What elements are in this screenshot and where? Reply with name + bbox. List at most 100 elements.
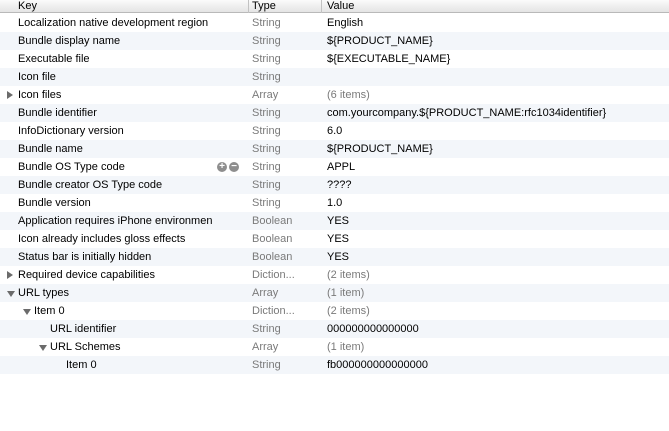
- disclosure-triangle-icon[interactable]: [39, 345, 47, 351]
- key-cell[interactable]: URL types: [0, 284, 230, 302]
- value-cell[interactable]: com.yourcompany.${PRODUCT_NAME:rfc1034id…: [327, 104, 667, 122]
- type-cell[interactable]: Boolean: [252, 212, 322, 230]
- key-cell[interactable]: Icon files: [0, 86, 230, 104]
- table-row[interactable]: Icon already includes gloss effects Boole…: [0, 230, 669, 248]
- type-cell[interactable]: String: [252, 158, 322, 176]
- value-cell[interactable]: [327, 68, 667, 86]
- value-cell[interactable]: (1 item): [327, 284, 667, 302]
- table-row[interactable]: URL identifier String 000000000000000: [0, 320, 669, 338]
- key-cell[interactable]: URL identifier: [0, 320, 230, 338]
- table-row[interactable]: Item 0 String fb000000000000000: [0, 356, 669, 374]
- key-cell[interactable]: Executable file: [0, 50, 230, 68]
- key-cell[interactable]: Bundle display name: [0, 32, 230, 50]
- column-divider[interactable]: [321, 0, 322, 13]
- type-cell[interactable]: Array: [252, 86, 322, 104]
- type-cell[interactable]: Boolean: [252, 248, 322, 266]
- value-cell[interactable]: (2 items): [327, 266, 667, 284]
- table-row[interactable]: Bundle name String ${PRODUCT_NAME}: [0, 140, 669, 158]
- disclosure-triangle-icon[interactable]: [7, 91, 13, 99]
- value-cell[interactable]: 6.0: [327, 122, 667, 140]
- type-cell[interactable]: Array: [252, 284, 322, 302]
- table-row[interactable]: Required device capabilities Diction... (2…: [0, 266, 669, 284]
- key-cell[interactable]: InfoDictionary version: [0, 122, 230, 140]
- type-cell[interactable]: Array: [252, 338, 322, 356]
- disclosure-triangle-icon[interactable]: [7, 291, 15, 297]
- key-cell[interactable]: Required device capabilities: [0, 266, 230, 284]
- value-cell[interactable]: ${PRODUCT_NAME}: [327, 140, 667, 158]
- type-cell[interactable]: Boolean: [252, 230, 322, 248]
- value-cell[interactable]: ${PRODUCT_NAME}: [327, 32, 667, 50]
- key-cell[interactable]: Item 0: [0, 356, 230, 374]
- table-row[interactable]: Status bar is initially hidden Boolean YES: [0, 248, 669, 266]
- value-cell[interactable]: (1 item): [327, 338, 667, 356]
- value-cell[interactable]: YES: [327, 230, 667, 248]
- value-cell[interactable]: ${EXECUTABLE_NAME}: [327, 50, 667, 68]
- value-cell[interactable]: YES: [327, 248, 667, 266]
- key-cell[interactable]: URL Schemes: [0, 338, 230, 356]
- key-cell[interactable]: Localization native development region: [0, 14, 230, 32]
- key-column-header[interactable]: Key: [18, 0, 37, 13]
- disclosure-triangle-icon[interactable]: [7, 271, 13, 279]
- type-cell[interactable]: String: [252, 68, 322, 86]
- table-row[interactable]: Item 0 Diction... (2 items): [0, 302, 669, 320]
- table-row[interactable]: Bundle version String 1.0: [0, 194, 669, 212]
- key-cell[interactable]: Bundle identifier: [0, 104, 230, 122]
- table-row[interactable]: Application requires iPhone environmen Bo…: [0, 212, 669, 230]
- value-cell[interactable]: fb000000000000000: [327, 356, 667, 374]
- type-cell[interactable]: String: [252, 104, 322, 122]
- value-cell[interactable]: English: [327, 14, 667, 32]
- type-cell[interactable]: String: [252, 122, 322, 140]
- key-label: Item 0: [34, 305, 65, 317]
- table-row[interactable]: URL types Array (1 item): [0, 284, 669, 302]
- value-cell[interactable]: ????: [327, 176, 667, 194]
- type-cell[interactable]: String: [252, 356, 322, 374]
- column-divider[interactable]: [248, 0, 249, 13]
- value-column-header[interactable]: Value: [327, 0, 354, 13]
- type-cell[interactable]: String: [252, 320, 322, 338]
- plus-circle-icon[interactable]: +: [217, 162, 227, 172]
- plist-editor: Key Type Value Localization native devel…: [0, 0, 669, 431]
- key-label: Bundle identifier: [18, 107, 97, 119]
- key-label: Status bar is initially hidden: [18, 251, 152, 263]
- key-cell[interactable]: Bundle creator OS Type code: [0, 176, 230, 194]
- key-cell[interactable]: Bundle OS Type code: [0, 158, 230, 176]
- type-cell[interactable]: String: [252, 32, 322, 50]
- type-cell[interactable]: String: [252, 50, 322, 68]
- type-cell[interactable]: String: [252, 140, 322, 158]
- key-cell[interactable]: Application requires iPhone environmen: [0, 212, 230, 230]
- value-cell[interactable]: 1.0: [327, 194, 667, 212]
- key-label: Required device capabilities: [18, 269, 155, 281]
- value-cell[interactable]: (6 items): [327, 86, 667, 104]
- type-cell[interactable]: Diction...: [252, 266, 322, 284]
- key-cell[interactable]: Icon already includes gloss effects: [0, 230, 230, 248]
- table-row[interactable]: URL Schemes Array (1 item): [0, 338, 669, 356]
- type-cell[interactable]: String: [252, 14, 322, 32]
- key-cell[interactable]: Bundle version: [0, 194, 230, 212]
- value-cell[interactable]: YES: [327, 212, 667, 230]
- table-row[interactable]: Bundle OS Type code + − String APPL: [0, 158, 669, 176]
- type-cell[interactable]: String: [252, 176, 322, 194]
- value-cell[interactable]: 000000000000000: [327, 320, 667, 338]
- value-cell[interactable]: (2 items): [327, 302, 667, 320]
- type-cell[interactable]: Diction...: [252, 302, 322, 320]
- table-row[interactable]: Executable file String ${EXECUTABLE_NAME}: [0, 50, 669, 68]
- key-label: Bundle OS Type code: [18, 161, 125, 173]
- key-label: Bundle display name: [18, 35, 121, 47]
- key-label: Icon files: [18, 89, 62, 101]
- table-row[interactable]: Icon files Array (6 items): [0, 86, 669, 104]
- type-cell[interactable]: String: [252, 194, 322, 212]
- key-cell[interactable]: Status bar is initially hidden: [0, 248, 230, 266]
- minus-circle-icon[interactable]: −: [229, 162, 239, 172]
- table-row[interactable]: InfoDictionary version String 6.0: [0, 122, 669, 140]
- key-cell[interactable]: Item 0: [0, 302, 230, 320]
- table-row[interactable]: Localization native development region St…: [0, 14, 669, 32]
- table-row[interactable]: Icon file String: [0, 68, 669, 86]
- value-cell[interactable]: APPL: [327, 158, 667, 176]
- type-column-header[interactable]: Type: [252, 0, 276, 13]
- key-cell[interactable]: Icon file: [0, 68, 230, 86]
- table-row[interactable]: Bundle identifier String com.yourcompany.$…: [0, 104, 669, 122]
- disclosure-triangle-icon[interactable]: [23, 309, 31, 315]
- key-cell[interactable]: Bundle name: [0, 140, 230, 158]
- table-row[interactable]: Bundle creator OS Type code String????: [0, 176, 669, 194]
- table-row[interactable]: Bundle display name String ${PRODUCT_NAME}: [0, 32, 669, 50]
